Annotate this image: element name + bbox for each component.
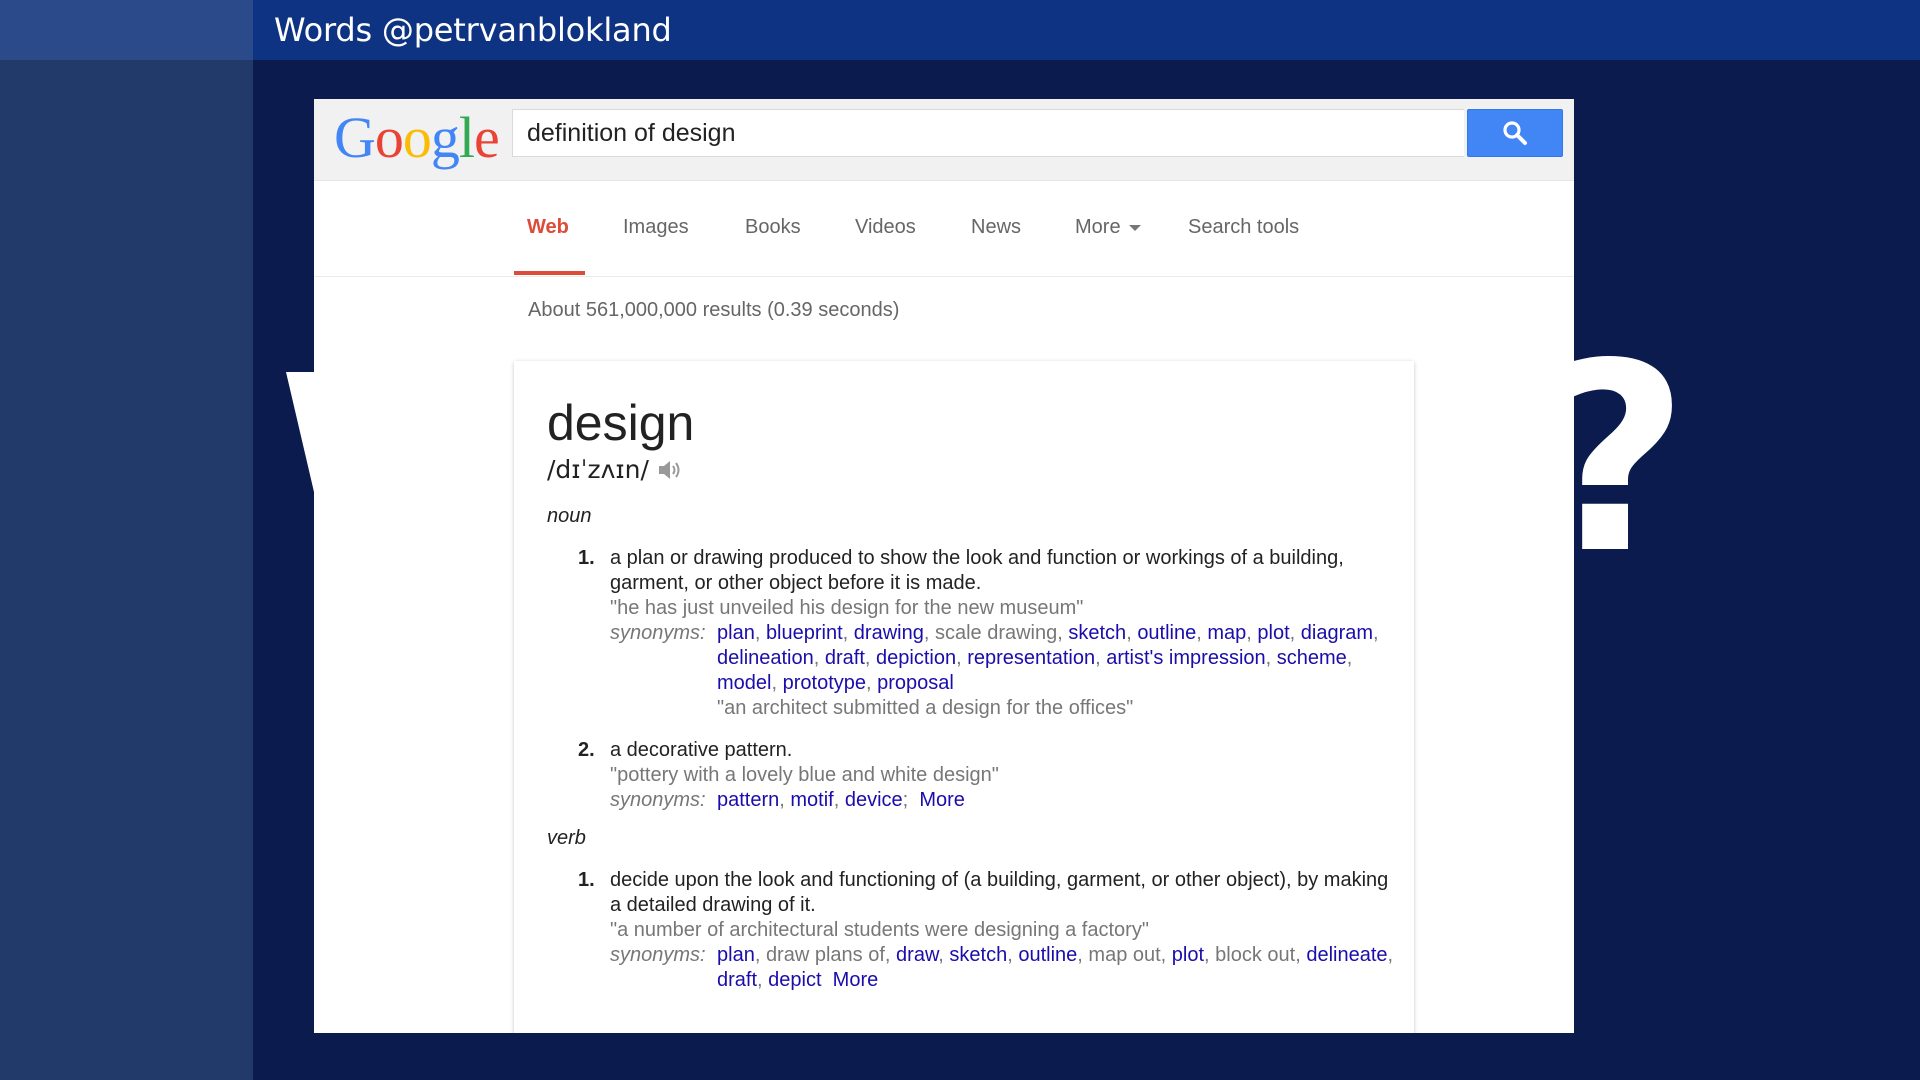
tab-images[interactable]: Images — [623, 214, 689, 240]
search-tabs: Web Images Books Videos News More Search… — [314, 181, 1574, 277]
synonym-link[interactable]: outline — [1137, 622, 1196, 644]
tab-more-label: More — [1075, 216, 1121, 238]
definition-text: a plan or drawing produced to show the l… — [610, 547, 1344, 594]
tab-search-tools[interactable]: Search tools — [1188, 214, 1299, 240]
definition-number: 2. — [578, 739, 595, 761]
synonym-text: map out — [1088, 944, 1161, 966]
active-tab-indicator — [514, 271, 585, 275]
synonym-link[interactable]: delineate — [1306, 944, 1387, 966]
caret-down-icon — [1128, 224, 1141, 231]
synonym-link[interactable]: depict — [768, 969, 821, 991]
synonym-link[interactable]: plan — [717, 944, 755, 966]
definition-example: "a number of architectural students were… — [610, 919, 1149, 941]
synonyms-row: synonyms: plan, draw plans of, draw, ske… — [610, 943, 1400, 993]
synonym-example: "an architect submitted a design for the… — [717, 697, 1134, 719]
left-rail — [0, 0, 253, 1080]
synonym-link[interactable]: drawing — [854, 622, 924, 644]
top-bar-left — [0, 0, 253, 60]
speaker-icon[interactable] — [657, 458, 683, 482]
search-box — [512, 109, 1464, 157]
tab-books[interactable]: Books — [745, 214, 801, 240]
synonym-link[interactable]: prototype — [783, 672, 866, 694]
search-input[interactable] — [527, 110, 1447, 156]
synonyms-row: synonyms: plan, blueprint, drawing, scal… — [610, 621, 1400, 696]
definition-text: decide upon the look and functioning of … — [610, 869, 1389, 916]
google-search-window: Google Web Images Books Videos News More… — [314, 99, 1574, 1033]
synonym-link[interactable]: model — [717, 672, 771, 694]
logo-letter: o — [402, 105, 432, 170]
definition-number: 1. — [578, 547, 595, 569]
magnifier-icon — [1503, 121, 1527, 145]
synonym-link[interactable]: representation — [967, 647, 1095, 669]
synonym-link[interactable]: artist's impression — [1106, 647, 1265, 669]
definition-example: "he has just unveiled his design for the… — [610, 597, 1084, 619]
synonyms-list: pattern, motif, device; More — [717, 789, 965, 811]
logo-letter: g — [430, 105, 460, 170]
definition-example: "pottery with a lovely blue and white de… — [610, 764, 999, 786]
definition-text: a decorative pattern. — [610, 739, 793, 761]
definition-number: 1. — [578, 869, 595, 891]
definition-body: a plan or drawing produced to show the l… — [610, 546, 1400, 721]
google-logo[interactable]: Google — [334, 103, 500, 173]
synonym-link[interactable]: plot — [1257, 622, 1289, 644]
phonetic: /dɪˈzʌɪn/ — [547, 454, 683, 486]
part-of-speech-verb: verb — [547, 827, 586, 849]
definition-body: decide upon the look and functioning of … — [610, 868, 1400, 993]
synonym-link[interactable]: draw — [896, 944, 938, 966]
definition-card: design /dɪˈzʌɪn/ noun 1. a plan or drawi… — [514, 361, 1414, 1033]
more-link[interactable]: More — [919, 789, 965, 811]
slide-title: Words @petrvanblokland — [274, 11, 672, 49]
synonym-link[interactable]: outline — [1018, 944, 1077, 966]
phonetic-text: /dɪˈzʌɪn/ — [547, 455, 649, 484]
synonyms-row: synonyms: pattern, motif, device; More — [610, 788, 1400, 813]
definition-word: design — [547, 395, 695, 451]
synonym-link[interactable]: map — [1207, 622, 1246, 644]
tab-more[interactable]: More — [1075, 214, 1141, 240]
synonym-link[interactable]: motif — [790, 789, 833, 811]
synonym-text: draw plans of — [765, 944, 885, 966]
logo-letter: l — [458, 105, 475, 170]
logo-letter: o — [374, 105, 404, 170]
synonyms-label: synonyms: — [610, 622, 706, 644]
search-header: Google — [314, 99, 1574, 181]
synonym-link[interactable]: plan — [717, 622, 755, 644]
synonym-link[interactable]: sketch — [1068, 622, 1126, 644]
synonyms-list: plan, draw plans of, draw, sketch, outli… — [717, 944, 1394, 991]
synonym-link[interactable]: sketch — [949, 944, 1007, 966]
synonym-link[interactable]: proposal — [877, 672, 954, 694]
tab-web[interactable]: Web — [527, 214, 569, 240]
logo-letter: e — [474, 105, 500, 170]
synonym-link[interactable]: plot — [1172, 944, 1204, 966]
synonyms-list: plan, blueprint, drawing, scale drawing,… — [717, 622, 1379, 694]
synonyms-label: synonyms: — [610, 789, 706, 811]
synonym-link[interactable]: delineation — [717, 647, 814, 669]
synonym-link[interactable]: blueprint — [766, 622, 843, 644]
synonym-link[interactable]: depiction — [876, 647, 956, 669]
tab-videos[interactable]: Videos — [855, 214, 916, 240]
logo-letter: G — [334, 105, 376, 170]
synonym-link[interactable]: scheme — [1277, 647, 1347, 669]
definition-body: a decorative pattern. "pottery with a lo… — [610, 738, 1400, 813]
tab-news[interactable]: News — [971, 214, 1021, 240]
more-link[interactable]: More — [833, 969, 879, 991]
result-stats: About 561,000,000 results (0.39 seconds) — [528, 299, 900, 321]
synonym-link[interactable]: draft — [825, 647, 865, 669]
synonyms-label: synonyms: — [610, 944, 706, 966]
synonym-link[interactable]: pattern — [717, 789, 779, 811]
synonym-link[interactable]: draft — [717, 969, 757, 991]
synonym-text: scale drawing — [934, 622, 1058, 644]
part-of-speech-noun: noun — [547, 505, 592, 527]
synonym-link[interactable]: device — [845, 789, 903, 811]
search-button[interactable] — [1467, 109, 1563, 157]
synonym-text: block out — [1215, 944, 1296, 966]
synonym-link[interactable]: diagram — [1301, 622, 1373, 644]
